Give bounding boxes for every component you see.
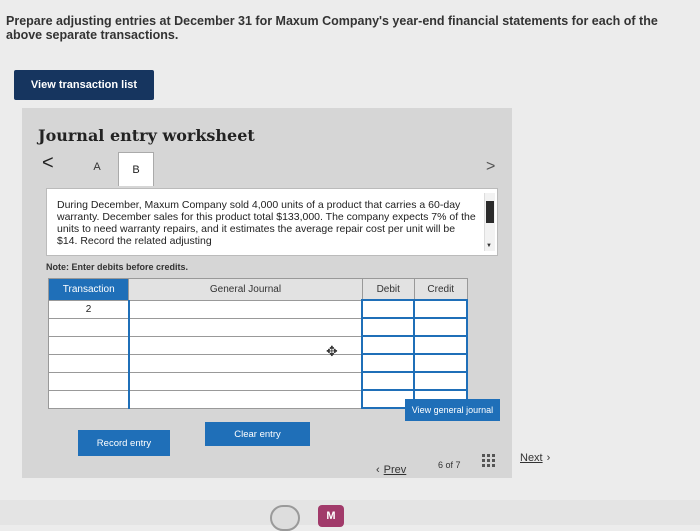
chevron-left-icon: ‹ bbox=[376, 464, 380, 476]
prev-label: Prev bbox=[383, 464, 407, 476]
debit-input[interactable] bbox=[361, 317, 416, 337]
journal-entry-table: Transaction General Journal Debit Credit… bbox=[47, 278, 468, 409]
transaction-cell bbox=[47, 371, 130, 391]
header-credit: Credit bbox=[413, 278, 468, 301]
view-transaction-list-button[interactable]: View transaction list bbox=[14, 70, 154, 100]
scroll-down-icon[interactable]: ▼ bbox=[486, 243, 492, 249]
header-general-journal: General Journal bbox=[128, 278, 363, 301]
transaction-cell bbox=[47, 317, 130, 337]
debit-input[interactable] bbox=[361, 299, 416, 319]
debit-input[interactable] bbox=[361, 353, 416, 373]
credit-input[interactable] bbox=[413, 371, 468, 391]
instructions: Prepare adjusting entries at December 31… bbox=[6, 14, 686, 42]
instructions-text: Prepare adjusting entries at December 31… bbox=[6, 14, 658, 42]
entry-note: Note: Enter debits before credits. bbox=[46, 262, 189, 272]
table-row bbox=[47, 371, 468, 391]
general-journal-input[interactable] bbox=[127, 389, 364, 409]
table-row bbox=[47, 353, 468, 373]
tab-a[interactable]: A bbox=[80, 152, 114, 182]
transaction-cell bbox=[47, 353, 130, 373]
general-journal-input[interactable] bbox=[127, 371, 364, 391]
transaction-cell: 2 bbox=[47, 299, 130, 319]
credit-input[interactable] bbox=[413, 317, 468, 337]
debit-input[interactable] bbox=[361, 371, 416, 391]
header-debit: Debit bbox=[361, 278, 415, 301]
mcgraw-app-icon[interactable]: M bbox=[318, 505, 344, 527]
chevron-right-icon: › bbox=[546, 452, 551, 464]
prev-tab-icon[interactable]: < bbox=[42, 152, 54, 175]
browser-app-icon[interactable] bbox=[270, 505, 300, 531]
clear-entry-button[interactable]: Clear entry bbox=[205, 422, 310, 446]
move-cursor-icon: ✥ bbox=[326, 343, 338, 359]
credit-input[interactable] bbox=[413, 353, 468, 373]
next-label: Next bbox=[520, 452, 543, 464]
page: Prepare adjusting entries at December 31… bbox=[0, 0, 700, 531]
grid-icon[interactable] bbox=[482, 454, 496, 468]
credit-input[interactable] bbox=[413, 299, 468, 319]
view-general-journal-button[interactable]: View general journal bbox=[405, 399, 500, 421]
next-tab-icon[interactable]: > bbox=[486, 158, 495, 176]
credit-input[interactable] bbox=[413, 335, 468, 355]
header-transaction: Transaction bbox=[47, 278, 130, 301]
transaction-cell bbox=[47, 335, 130, 355]
general-journal-input[interactable] bbox=[127, 317, 364, 337]
table-row bbox=[47, 317, 468, 337]
table-row: 2 bbox=[47, 299, 468, 319]
transaction-cell bbox=[47, 389, 130, 409]
prev-page-link[interactable]: ‹ Prev bbox=[376, 464, 406, 476]
worksheet-title: Journal entry worksheet bbox=[38, 126, 255, 145]
transaction-description: During December, Maxum Company sold 4,00… bbox=[57, 199, 476, 247]
transaction-description-box: During December, Maxum Company sold 4,00… bbox=[46, 188, 498, 256]
record-entry-button[interactable]: Record entry bbox=[78, 430, 170, 456]
page-indicator: 6 of 7 bbox=[438, 460, 461, 470]
next-page-link[interactable]: Next › bbox=[520, 452, 550, 464]
tab-b[interactable]: B bbox=[118, 152, 154, 186]
description-scrollbar[interactable]: ▼ bbox=[484, 193, 495, 251]
table-row bbox=[47, 335, 468, 355]
taskbar bbox=[0, 500, 700, 525]
scroll-thumb[interactable] bbox=[486, 201, 494, 223]
debit-input[interactable] bbox=[361, 335, 416, 355]
general-journal-input[interactable] bbox=[127, 299, 364, 319]
